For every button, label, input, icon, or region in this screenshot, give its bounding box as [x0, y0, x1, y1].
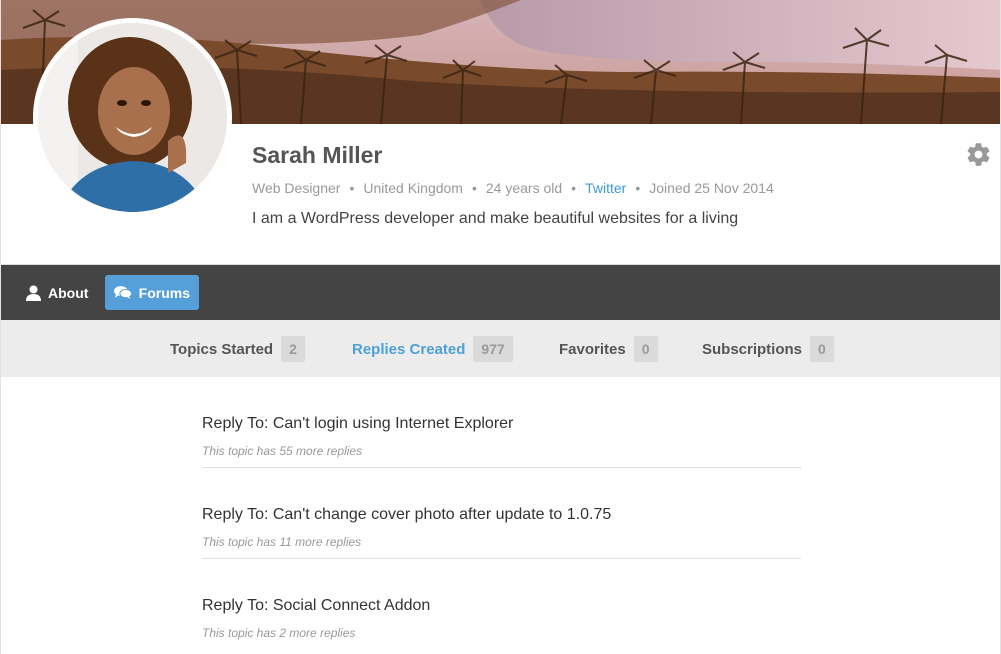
- subtab-subscriptions[interactable]: Subscriptions 0: [702, 336, 834, 362]
- subtab-label: Replies Created: [352, 340, 466, 358]
- profile-bio: I am a WordPress developer and make beau…: [252, 210, 739, 227]
- twitter-link[interactable]: Twitter: [585, 180, 626, 196]
- tab-forums-label: Forums: [138, 284, 190, 301]
- user-icon: [26, 285, 41, 301]
- tab-forums[interactable]: Forums: [105, 275, 199, 310]
- subtab-label: Favorites: [559, 340, 626, 358]
- profile-location: United Kingdom: [363, 180, 463, 196]
- list-item: Reply To: Social Connect Addon This topi…: [202, 559, 801, 650]
- comments-icon: [114, 286, 132, 299]
- tab-about[interactable]: About: [17, 275, 97, 310]
- replies-list: Reply To: Can't login using Internet Exp…: [202, 377, 801, 650]
- count-badge: 2: [281, 336, 305, 362]
- subtab-topics-started[interactable]: Topics Started 2: [170, 336, 305, 362]
- profile-meta: Web Designer • United Kingdom • 24 years old…: [252, 180, 774, 196]
- profile-name: Sarah Miller: [252, 142, 383, 168]
- reply-title-link[interactable]: Reply To: Can't login using Internet Exp…: [202, 415, 513, 433]
- profile-joined: Joined 25 Nov 2014: [649, 180, 774, 196]
- subtab-label: Subscriptions: [702, 340, 803, 358]
- count-badge: 0: [810, 336, 834, 362]
- profile-nav: About Forums: [1, 265, 1000, 320]
- subtab-replies-created[interactable]: Replies Created 977: [352, 336, 513, 362]
- avatar[interactable]: [33, 18, 232, 217]
- meta-separator: •: [635, 180, 641, 196]
- avatar-photo: [38, 23, 227, 212]
- gear-icon[interactable]: [965, 141, 992, 168]
- profile-role: Web Designer: [252, 180, 341, 196]
- tab-about-label: About: [48, 284, 89, 301]
- list-item: Reply To: Can't change cover photo after…: [202, 468, 801, 559]
- count-badge: 977: [473, 336, 513, 362]
- reply-meta: This topic has 55 more replies: [202, 444, 363, 458]
- profile-page: Sarah Miller Web Designer • United Kingdom…: [0, 0, 1001, 654]
- profile-age: 24 years old: [485, 180, 563, 196]
- count-badge: 0: [633, 336, 658, 362]
- meta-separator: •: [471, 180, 477, 196]
- reply-meta: This topic has 2 more replies: [202, 626, 356, 640]
- subtab-favorites[interactable]: Favorites 0: [559, 336, 658, 362]
- list-item: Reply To: Can't login using Internet Exp…: [202, 377, 801, 468]
- reply-title-link[interactable]: Reply To: Social Connect Addon: [202, 597, 430, 615]
- reply-title-link[interactable]: Reply To: Can't change cover photo after…: [202, 506, 611, 524]
- forum-subtabs: Topics Started 2 Replies Created 977 Fav…: [1, 320, 1000, 377]
- meta-separator: •: [571, 180, 577, 196]
- subtab-label: Topics Started: [170, 340, 274, 358]
- reply-meta: This topic has 11 more replies: [202, 535, 362, 549]
- meta-separator: •: [349, 180, 355, 196]
